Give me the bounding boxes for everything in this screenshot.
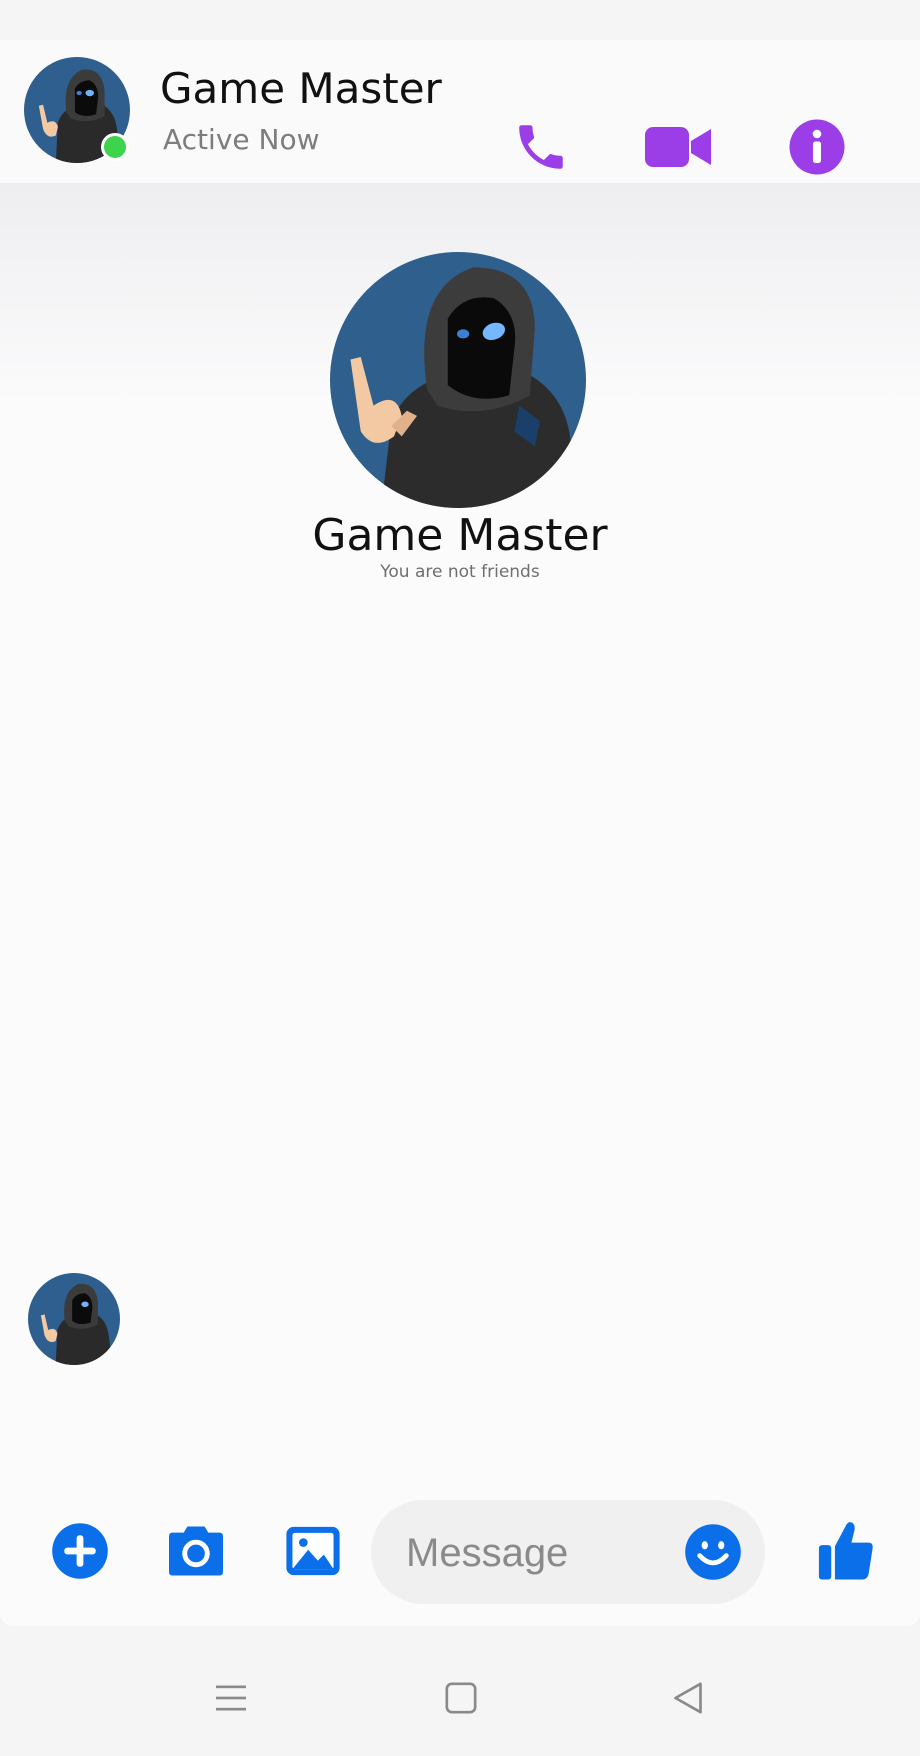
contact-name: Game Master	[160, 64, 442, 113]
gallery-icon[interactable]	[283, 1521, 343, 1581]
plus-icon[interactable]	[50, 1521, 110, 1581]
video-icon[interactable]	[643, 112, 715, 182]
info-icon[interactable]	[782, 112, 852, 182]
phone-icon[interactable]	[506, 112, 576, 182]
message-field[interactable]	[371, 1500, 765, 1604]
typing-avatar	[28, 1273, 120, 1365]
camera-icon[interactable]	[164, 1521, 228, 1581]
friendship-status: You are not friends	[380, 562, 540, 582]
online-status-dot	[101, 133, 129, 161]
emoji-icon[interactable]	[683, 1522, 743, 1582]
message-input[interactable]	[404, 1522, 678, 1584]
home-icon[interactable]	[431, 1668, 491, 1728]
menu-icon[interactable]	[201, 1668, 261, 1728]
thumbs-up-icon[interactable]	[815, 1517, 877, 1583]
chat-window: Game Master Active Now Game Master You a…	[0, 40, 920, 1626]
profile-name: Game Master	[312, 510, 608, 561]
system-nav-bar	[0, 1626, 920, 1756]
chat-header: Game Master Active Now	[0, 40, 920, 183]
profile-avatar[interactable]	[330, 252, 586, 508]
active-status: Active Now	[163, 123, 320, 156]
back-icon[interactable]	[658, 1668, 718, 1728]
